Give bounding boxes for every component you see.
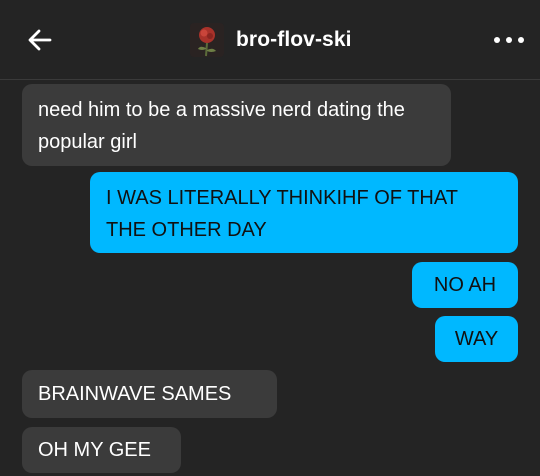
arrow-left-icon <box>28 29 52 51</box>
ellipsis-dot <box>518 37 524 43</box>
ellipsis-dot <box>494 37 500 43</box>
rose-avatar-icon <box>190 23 224 57</box>
conversation-title-link[interactable]: bro-flov-ski <box>190 22 352 58</box>
back-button[interactable] <box>26 26 54 54</box>
outgoing-message[interactable]: WAY <box>435 316 518 362</box>
incoming-message[interactable]: OH MY GEE <box>22 427 181 473</box>
avatar[interactable] <box>190 23 224 57</box>
outgoing-message[interactable]: NO AH <box>412 262 518 308</box>
incoming-message[interactable]: need him to be a massive nerd dating the… <box>22 84 451 166</box>
incoming-message[interactable]: BRAINWAVE SAMES <box>22 370 277 418</box>
conversation-title: bro-flov-ski <box>236 28 352 51</box>
ellipsis-dot <box>506 37 512 43</box>
conversation-header: bro-flov-ski <box>0 0 540 80</box>
more-options-button[interactable] <box>494 30 524 50</box>
outgoing-message[interactable]: I WAS LITERALLY THINKIHF OF THAT THE OTH… <box>90 172 518 253</box>
